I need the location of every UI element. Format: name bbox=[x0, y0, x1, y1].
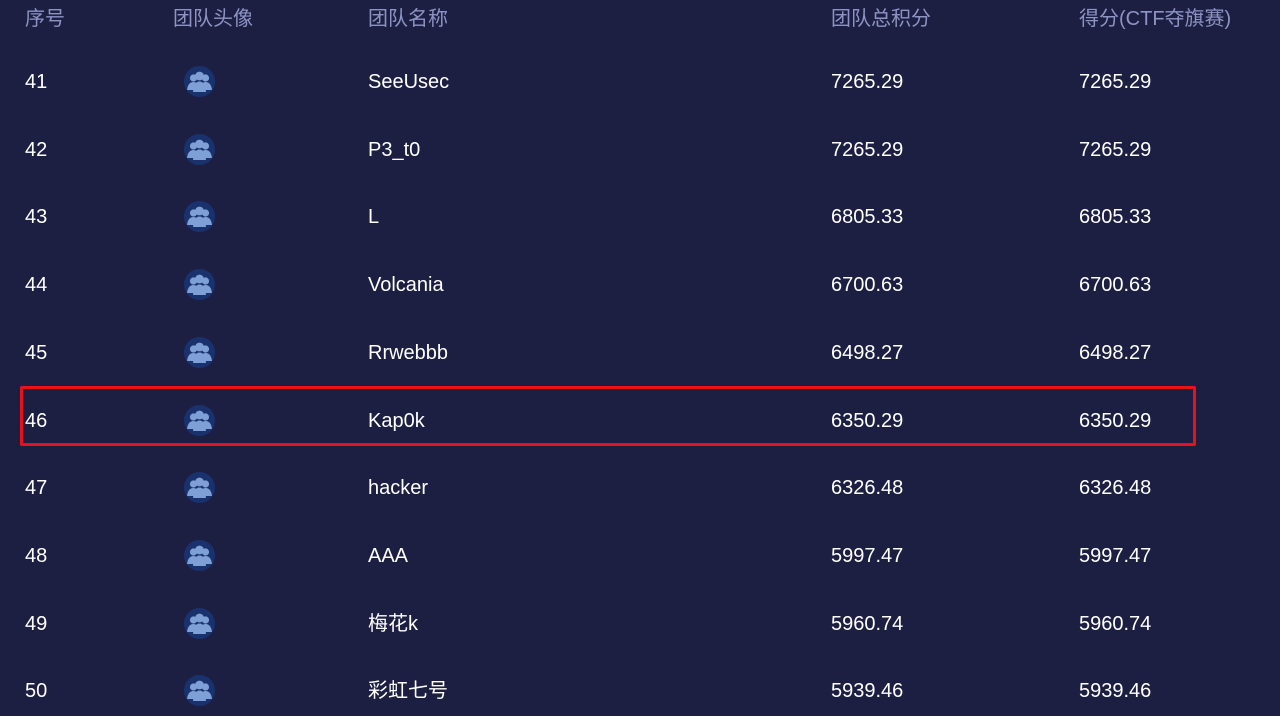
team-group-icon bbox=[184, 269, 215, 300]
rank-cell: 42 bbox=[25, 139, 48, 161]
ctf-score-cell: 7265.29 bbox=[1079, 71, 1152, 93]
team-group-icon bbox=[184, 608, 215, 639]
header-ctf-score[interactable]: 得分(CTF夺旗赛) bbox=[1079, 7, 1231, 31]
team-name-cell[interactable]: Volcania bbox=[368, 273, 444, 297]
team-group-icon bbox=[184, 337, 215, 368]
total-score-cell: 6326.48 bbox=[831, 477, 904, 499]
ctf-score-cell: 6805.33 bbox=[1079, 206, 1152, 228]
table-row[interactable]: 42 P3_t0 7265.29 7265.29 bbox=[0, 117, 1280, 184]
table-row[interactable]: 48 AAA 5997.47 5997.47 bbox=[0, 523, 1280, 590]
team-name-cell[interactable]: AAA bbox=[368, 544, 408, 568]
total-score-cell: 6350.29 bbox=[831, 410, 904, 432]
header-rank[interactable]: 序号 bbox=[25, 7, 65, 31]
rank-cell: 44 bbox=[25, 274, 48, 296]
ctf-score-cell: 7265.29 bbox=[1079, 139, 1152, 161]
rank-cell: 46 bbox=[25, 410, 48, 432]
rank-cell: 47 bbox=[25, 477, 48, 499]
team-name-cell[interactable]: Kap0k bbox=[368, 409, 425, 433]
ctf-score-cell: 5960.74 bbox=[1079, 613, 1152, 635]
table-row[interactable]: 47 hacker 6326.48 6326.48 bbox=[0, 455, 1280, 522]
ctf-score-cell: 5939.46 bbox=[1079, 680, 1152, 702]
team-name-cell[interactable]: P3_t0 bbox=[368, 138, 420, 162]
rank-cell: 43 bbox=[25, 206, 48, 228]
team-name-cell[interactable]: 彩虹七号 bbox=[368, 679, 448, 703]
total-score-cell: 7265.29 bbox=[831, 139, 904, 161]
ctf-score-cell: 6326.48 bbox=[1079, 477, 1152, 499]
header-avatar: 团队头像 bbox=[173, 8, 253, 30]
total-score-cell: 5960.74 bbox=[831, 613, 904, 635]
team-group-icon bbox=[184, 675, 215, 706]
rank-cell: 45 bbox=[25, 342, 48, 364]
team-name-cell[interactable]: L bbox=[368, 205, 379, 229]
team-name-cell[interactable]: Rrwebbb bbox=[368, 341, 448, 365]
rank-cell: 41 bbox=[25, 71, 48, 93]
header-total-score[interactable]: 团队总积分 bbox=[831, 7, 931, 31]
team-group-icon bbox=[184, 540, 215, 571]
total-score-cell: 5997.47 bbox=[831, 545, 904, 567]
table-row[interactable]: 50 彩虹七号 5939.46 5939.46 bbox=[0, 658, 1280, 716]
total-score-cell: 7265.29 bbox=[831, 71, 904, 93]
table-row[interactable]: 43 L 6805.33 6805.33 bbox=[0, 184, 1280, 251]
total-score-cell: 6498.27 bbox=[831, 342, 904, 364]
ctf-score-cell: 6498.27 bbox=[1079, 342, 1152, 364]
total-score-cell: 6700.63 bbox=[831, 274, 904, 296]
team-group-icon bbox=[184, 201, 215, 232]
total-score-cell: 6805.33 bbox=[831, 206, 904, 228]
rank-cell: 50 bbox=[25, 680, 48, 702]
table-row[interactable]: 49 梅花k 5960.74 5960.74 bbox=[0, 591, 1280, 658]
table-row[interactable]: 45 Rrwebbb 6498.27 6498.27 bbox=[0, 320, 1280, 387]
table-row[interactable]: 41 SeeUsec 7265.29 7265.29 bbox=[0, 49, 1280, 116]
rank-cell: 48 bbox=[25, 545, 48, 567]
team-name-cell[interactable]: hacker bbox=[368, 476, 428, 500]
total-score-cell: 5939.46 bbox=[831, 680, 904, 702]
team-group-icon bbox=[184, 66, 215, 97]
team-group-icon bbox=[184, 472, 215, 503]
ctf-score-cell: 6350.29 bbox=[1079, 410, 1152, 432]
team-name-cell[interactable]: 梅花k bbox=[368, 612, 418, 636]
team-group-icon bbox=[184, 134, 215, 165]
header-team-name[interactable]: 团队名称 bbox=[368, 7, 448, 31]
table-header: 序号 团队头像 团队名称 团队总积分 得分(CTF夺旗赛) bbox=[0, 0, 1280, 40]
team-name-cell[interactable]: SeeUsec bbox=[368, 70, 449, 94]
table-row[interactable]: 46 Kap0k 6350.29 6350.29 bbox=[0, 388, 1280, 455]
leaderboard-table: 序号 团队头像 团队名称 团队总积分 得分(CTF夺旗赛) 41 SeeUsec 7… bbox=[0, 0, 1280, 716]
rank-cell: 49 bbox=[25, 613, 48, 635]
team-group-icon bbox=[184, 405, 215, 436]
table-row[interactable]: 44 Volcania 6700.63 6700.63 bbox=[0, 252, 1280, 319]
ctf-score-cell: 6700.63 bbox=[1079, 274, 1152, 296]
ctf-score-cell: 5997.47 bbox=[1079, 545, 1152, 567]
